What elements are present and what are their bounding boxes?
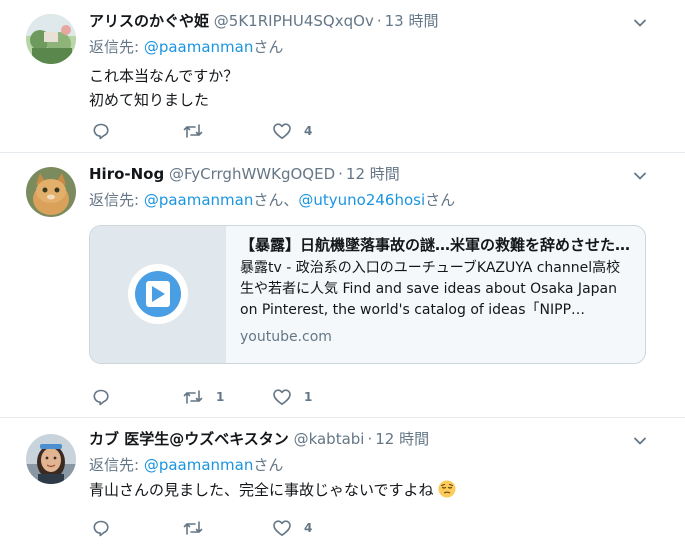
card-description: 暴露tv - 政治系の入口のユーチューブKAZUYA channel高校生や若者… — [240, 260, 621, 318]
reply-mention-link[interactable]: @paamanman — [144, 456, 254, 474]
reply-separator: さん、 — [253, 191, 299, 209]
retweet-icon — [183, 390, 203, 404]
reply-button[interactable] — [92, 388, 182, 406]
heart-icon — [273, 123, 291, 139]
tweet-text-line: これ本当なんですか？ — [89, 67, 239, 85]
tweet-header: Hiro-Nog @FyCrrghWWKgOQED · 12 時間 — [89, 163, 655, 185]
chevron-down-icon[interactable] — [633, 16, 647, 30]
play-icon — [128, 264, 188, 324]
retweet-icon — [183, 521, 203, 535]
tweet-text-line: 青山さんの見ました、完全に事故じゃないですよね — [89, 481, 434, 499]
heart-icon — [273, 520, 291, 536]
reply-icon — [93, 389, 109, 406]
reply-prefix: 返信先: — [89, 456, 144, 474]
like-button[interactable]: 4 — [272, 122, 362, 140]
separator: · — [376, 12, 382, 30]
reply-prefix: 返信先: — [89, 38, 144, 56]
tweet-text-line: 初めて知りました — [89, 91, 210, 109]
retweet-count: 1 — [216, 390, 225, 404]
tweet[interactable]: Hiro-Nog @FyCrrghWWKgOQED · 12 時間 返信先: @pa… — [0, 153, 685, 418]
reply-icon — [93, 123, 109, 140]
timestamp[interactable]: 13 時間 — [385, 12, 439, 30]
timestamp[interactable]: 12 時間 — [346, 165, 400, 183]
reply-mention-link[interactable]: @paamanman — [144, 191, 254, 209]
display-name[interactable]: アリスのかぐや姫 — [89, 12, 209, 30]
tweet-header: アリスのかぐや姫 @5K1RIPHU4SQxqOv · 13 時間 — [89, 10, 655, 32]
tweet-header: カブ 医学生@ウズベキスタン @kabtabi · 12 時間 — [89, 428, 655, 450]
reply-suffix: さん — [253, 38, 284, 56]
tweet[interactable]: カブ 医学生@ウズベキスタン @kabtabi · 12 時間 返信先: @paam… — [0, 418, 685, 553]
username[interactable]: @kabtabi — [294, 430, 365, 448]
replying-to: 返信先: @paamanmanさん — [89, 36, 655, 58]
retweet-button[interactable] — [182, 519, 272, 537]
replying-to: 返信先: @paamanmanさん、@utyuno246hosiさん — [89, 189, 655, 211]
like-count: 4 — [304, 521, 313, 535]
avatar[interactable] — [26, 14, 76, 64]
reply-suffix: さん — [253, 456, 284, 474]
heart-icon — [273, 389, 291, 405]
like-count: 4 — [304, 124, 313, 138]
tweet-actions: 1 1 — [92, 387, 362, 407]
link-card[interactable]: 【暴露】日航機墜落事故の謎…米軍の救難を辞めさせた… 暴露tv - 政治系の入口… — [89, 225, 646, 364]
tweet-text: 青山さんの見ました、完全に事故じゃないですよね — [89, 478, 655, 502]
username[interactable]: @FyCrrghWWKgOQED — [169, 165, 335, 183]
separator: · — [338, 165, 343, 183]
card-title: 【暴露】日航機墜落事故の謎…米軍の救難を辞めさせた… — [240, 236, 631, 254]
replying-to: 返信先: @paamanmanさん — [89, 454, 655, 476]
tweet-actions: 4 — [92, 121, 362, 141]
retweet-button[interactable] — [182, 122, 272, 140]
reply-icon — [93, 520, 109, 537]
reply-prefix: 返信先: — [89, 191, 144, 209]
avatar[interactable] — [26, 434, 76, 484]
display-name[interactable]: カブ 医学生@ウズベキスタン — [89, 430, 289, 448]
pensive-face-icon — [438, 480, 456, 498]
card-body: 【暴露】日航機墜落事故の謎…米軍の救難を辞めさせた… 暴露tv - 政治系の入口… — [240, 234, 633, 348]
tweet[interactable]: アリスのかぐや姫 @5K1RIPHU4SQxqOv · 13 時間 返信先: @pa… — [0, 0, 685, 153]
like-count: 1 — [304, 390, 313, 404]
avatar[interactable] — [26, 167, 76, 217]
card-thumbnail[interactable] — [90, 226, 226, 363]
card-domain: youtube.com — [240, 329, 332, 345]
tweet-text: これ本当なんですか？ 初めて知りました — [89, 64, 655, 112]
username[interactable]: @5K1RIPHU4SQxqOv — [214, 12, 374, 30]
reply-mention-link[interactable]: @utyuno246hosi — [298, 191, 425, 209]
reply-suffix: さん — [425, 191, 456, 209]
retweet-button[interactable]: 1 — [182, 388, 272, 406]
tweet-actions: 4 — [92, 518, 362, 538]
like-button[interactable]: 4 — [272, 519, 362, 537]
reply-button[interactable] — [92, 519, 182, 537]
like-button[interactable]: 1 — [272, 388, 362, 406]
separator: · — [367, 430, 373, 448]
retweet-icon — [183, 124, 203, 138]
reply-button[interactable] — [92, 122, 182, 140]
chevron-down-icon[interactable] — [633, 434, 647, 448]
timestamp[interactable]: 12 時間 — [375, 430, 429, 448]
display-name[interactable]: Hiro-Nog — [89, 165, 164, 183]
chevron-down-icon[interactable] — [633, 169, 647, 183]
reply-mention-link[interactable]: @paamanman — [144, 38, 254, 56]
